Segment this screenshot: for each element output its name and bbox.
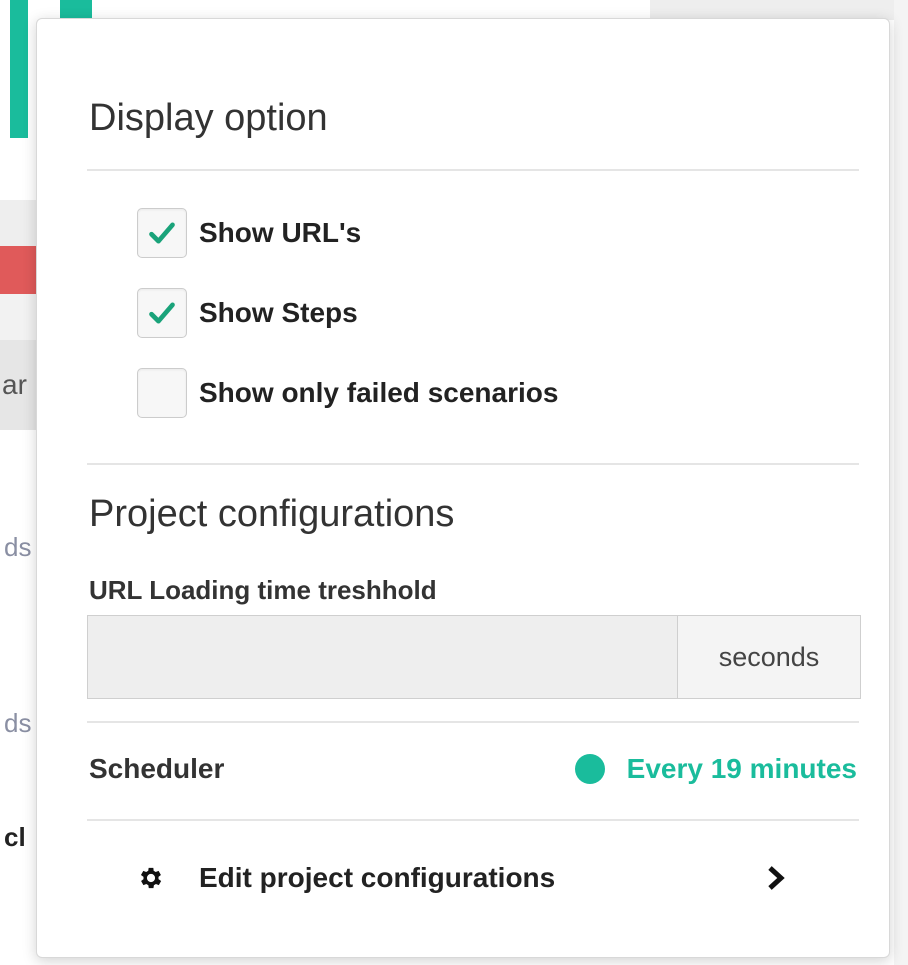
background-right-edge — [894, 0, 908, 965]
show-urls-label: Show URL's — [199, 217, 362, 248]
show-steps-checkbox[interactable] — [137, 288, 187, 338]
seconds-unit-addon: seconds — [677, 616, 860, 698]
background-text-fragment: ds — [4, 532, 32, 562]
background-text-fragment: cl — [4, 822, 26, 852]
page-stage: ar ds ds cl Display option Show URL's Sh… — [0, 0, 908, 965]
check-icon — [149, 222, 175, 244]
background-accent-tab — [60, 0, 92, 20]
loading-threshold-input[interactable] — [88, 616, 677, 698]
background-table-cell — [0, 294, 40, 340]
display-option-title: Display option — [89, 97, 328, 139]
display-options-popover: Display option Show URL's Show Steps Sho… — [36, 18, 890, 958]
show-failed-label: Show only failed scenarios — [199, 377, 559, 408]
chevron-right-icon — [768, 866, 785, 890]
edit-project-configurations-label: Edit project configurations — [199, 862, 556, 893]
scheduler-status: Every 19 minutes — [574, 753, 857, 785]
background-accent-bar — [10, 0, 28, 138]
loading-threshold-input-group: seconds — [87, 615, 861, 699]
scheduler-label: Scheduler — [89, 753, 225, 784]
gear-icon — [140, 867, 162, 889]
background-header-fragment: ar — [0, 340, 40, 430]
show-failed-option[interactable]: Show only failed scenarios — [137, 367, 558, 419]
show-urls-option[interactable]: Show URL's — [137, 207, 361, 259]
show-steps-option[interactable]: Show Steps — [137, 287, 358, 339]
background-failed-status-bar — [0, 246, 40, 294]
background-table-cell — [0, 200, 40, 246]
check-icon — [149, 302, 175, 324]
section-divider — [87, 169, 859, 171]
show-urls-checkbox[interactable] — [137, 208, 187, 258]
show-steps-label: Show Steps — [199, 297, 358, 328]
section-divider — [87, 819, 859, 821]
section-divider — [87, 721, 859, 723]
background-text-fragment: ds — [4, 708, 32, 738]
project-configurations-title: Project configurations — [89, 493, 455, 535]
status-dot-icon — [574, 754, 605, 784]
background-top-panel — [650, 0, 908, 20]
edit-project-configurations-link[interactable]: Edit project configurations — [137, 851, 787, 905]
loading-threshold-label: URL Loading time treshhold — [89, 575, 437, 605]
show-failed-checkbox[interactable] — [137, 368, 187, 418]
scheduler-status-text: Every 19 minutes — [626, 753, 857, 784]
section-divider — [87, 463, 859, 465]
